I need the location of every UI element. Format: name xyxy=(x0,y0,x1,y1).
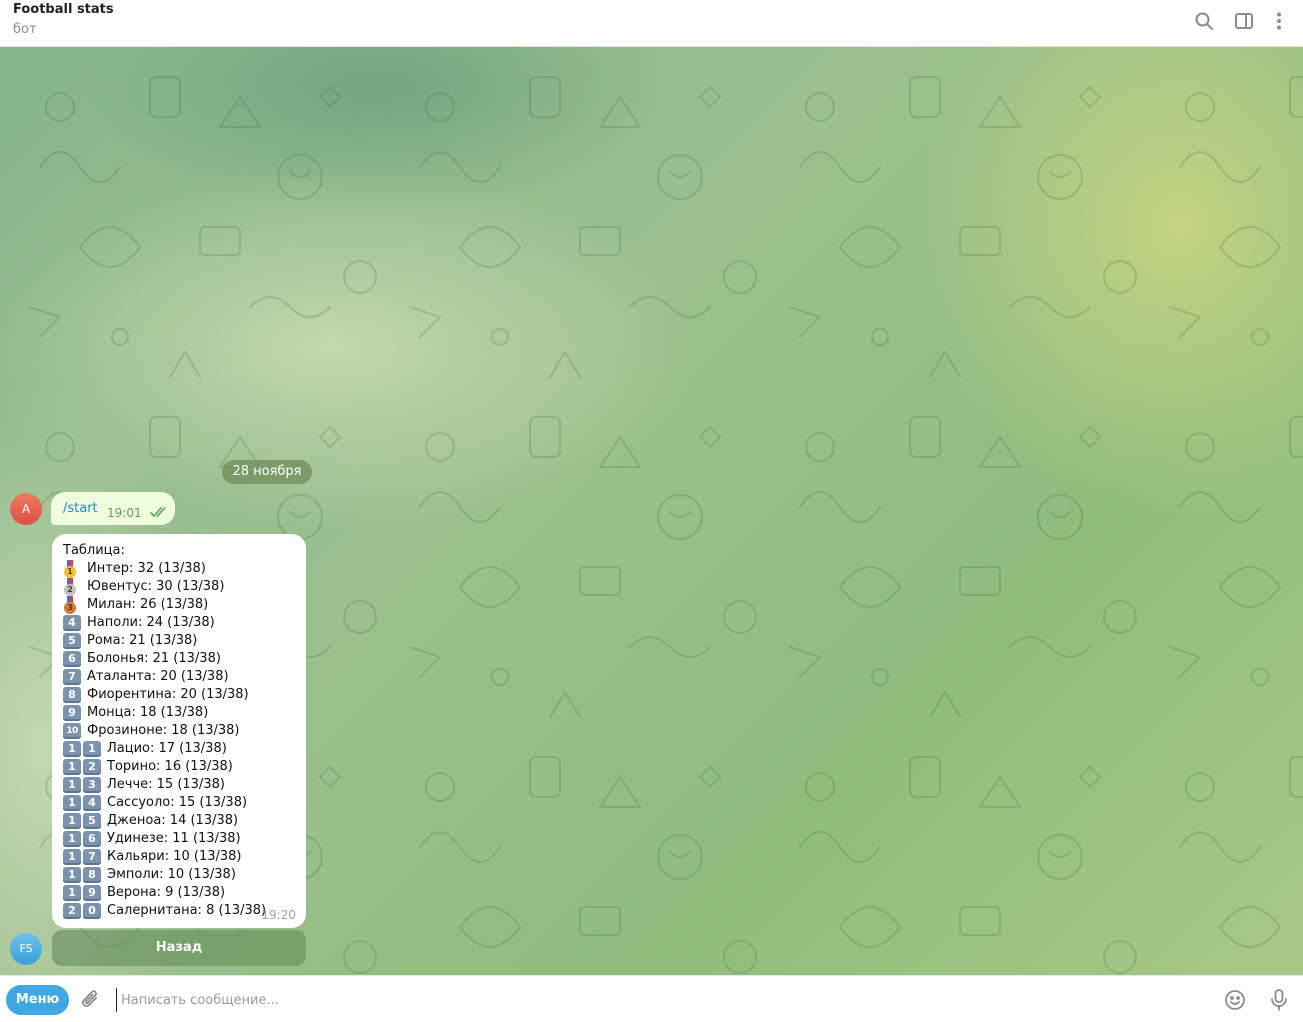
table-row: 6 Болонья: 21 (13/38) xyxy=(63,650,266,668)
table-row: 2 Ювентус: 30 (13/38) xyxy=(63,578,266,596)
date-separator: 28 ноября xyxy=(222,460,312,484)
search-icon[interactable] xyxy=(1193,10,1215,32)
incoming-message[interactable]: Таблица: 1 Интер: 32 (13/38) 2 Ювентус: 30 … xyxy=(52,534,306,928)
silver-medal-icon: 2 xyxy=(63,578,77,596)
avatar[interactable]: A xyxy=(10,493,42,525)
team-standing: Торино: 16 (13/38) xyxy=(107,759,233,774)
table-heading: Таблица: xyxy=(63,543,125,558)
team-standing: Фиорентина: 20 (13/38) xyxy=(87,687,249,702)
table-row: 1 3 Лечче: 15 (13/38) xyxy=(63,776,266,794)
rank-keycap-icon: 13 xyxy=(63,777,103,793)
table-row: 1 2 Торино: 16 (13/38) xyxy=(63,758,266,776)
attach-icon[interactable] xyxy=(80,989,102,1011)
team-standing: Наполи: 24 (13/38) xyxy=(87,615,215,630)
menu-button[interactable]: Меню xyxy=(6,985,69,1015)
rank-keycap-icon: 16 xyxy=(63,831,103,847)
table-row: 1 1 Лацио: 17 (13/38) xyxy=(63,740,266,758)
gold-medal-icon: 1 xyxy=(63,560,77,578)
table-row: 5 Рома: 21 (13/38) xyxy=(63,632,266,650)
table-row: 1 9 Верона: 9 (13/38) xyxy=(63,884,266,902)
rank-keycap-icon: 4 xyxy=(63,615,83,631)
table-row: 9 Монца: 18 (13/38) xyxy=(63,704,266,722)
message-time: 19:20 xyxy=(261,908,296,922)
emoji-icon[interactable] xyxy=(1224,989,1246,1011)
table-row: 3 Милан: 26 (13/38) xyxy=(63,596,266,614)
team-standing: Эмполи: 10 (13/38) xyxy=(107,867,236,882)
rank-keycap-icon: 18 xyxy=(63,867,103,883)
table-row: 10 Фрозиноне: 18 (13/38) xyxy=(63,722,266,740)
rank-keycap-icon: 5 xyxy=(63,633,83,649)
table-row: 2 0 Салернитана: 8 (13/38) xyxy=(63,902,266,920)
chat-area[interactable]: 28 ноября A /start 19:01 Таблица: 1 Интер… xyxy=(0,47,1303,975)
team-standing: Ювентус: 30 (13/38) xyxy=(87,579,225,594)
sidebar-toggle-icon[interactable] xyxy=(1233,10,1255,32)
team-standing: Верона: 9 (13/38) xyxy=(107,885,226,900)
rank-keycap-icon: 15 xyxy=(63,813,103,829)
message-composer: Меню xyxy=(0,975,1303,1022)
bot-avatar[interactable]: FS xyxy=(10,933,42,965)
team-standing: Рома: 21 (13/38) xyxy=(87,633,198,648)
team-standing: Аталанта: 20 (13/38) xyxy=(87,669,229,684)
table-row: 1 8 Эмполи: 10 (13/38) xyxy=(63,866,266,884)
rank-keycap-icon: 14 xyxy=(63,795,103,811)
team-standing: Лечче: 15 (13/38) xyxy=(107,777,225,792)
rank-keycap-icon: 7 xyxy=(63,669,83,685)
bronze-medal-icon: 3 xyxy=(63,596,77,614)
table-row: 1 7 Кальяри: 10 (13/38) xyxy=(63,848,266,866)
chat-title[interactable]: Football stats xyxy=(13,2,114,17)
rank-keycap-icon: 10 xyxy=(63,723,83,739)
table-row: 8 Фиорентина: 20 (13/38) xyxy=(63,686,266,704)
more-vertical-icon[interactable] xyxy=(1268,10,1290,32)
rank-keycap-icon: 17 xyxy=(63,849,103,865)
outgoing-message[interactable]: /start 19:01 xyxy=(51,492,175,525)
table-row: 1 4 Сассуоло: 15 (13/38) xyxy=(63,794,266,812)
rank-keycap-icon: 6 xyxy=(63,651,83,667)
rank-keycap-icon: 8 xyxy=(63,687,83,703)
team-standing: Салернитана: 8 (13/38) xyxy=(107,903,267,918)
table-row: 1 5 Дженоа: 14 (13/38) xyxy=(63,812,266,830)
team-standing: Монца: 18 (13/38) xyxy=(87,705,209,720)
team-standing: Интер: 32 (13/38) xyxy=(87,561,206,576)
rank-keycap-icon: 11 xyxy=(63,741,103,757)
team-standing: Дженоа: 14 (13/38) xyxy=(107,813,239,828)
rank-keycap-icon: 20 xyxy=(63,903,103,919)
table-rows: 1 Интер: 32 (13/38) 2 Ювентус: 30 (13/38) 3 М… xyxy=(63,560,266,920)
team-standing: Фрозиноне: 18 (13/38) xyxy=(87,723,240,738)
microphone-icon[interactable] xyxy=(1268,988,1290,1012)
double-check-icon xyxy=(150,507,166,518)
rank-keycap-icon: 19 xyxy=(63,885,103,901)
back-inline-button[interactable]: Назад xyxy=(52,930,306,966)
team-standing: Лацио: 17 (13/38) xyxy=(107,741,227,756)
table-row: 7 Аталанта: 20 (13/38) xyxy=(63,668,266,686)
table-row: 1 Интер: 32 (13/38) xyxy=(63,560,266,578)
chat-header: Football stats бот xyxy=(0,0,1303,47)
message-time: 19:01 xyxy=(107,506,142,520)
rank-keycap-icon: 12 xyxy=(63,759,103,775)
command-link[interactable]: /start xyxy=(63,501,98,516)
team-standing: Болонья: 21 (13/38) xyxy=(87,651,221,666)
message-input[interactable] xyxy=(116,988,1196,1012)
table-row: 4 Наполи: 24 (13/38) xyxy=(63,614,266,632)
team-standing: Сассуоло: 15 (13/38) xyxy=(107,795,248,810)
rank-keycap-icon: 9 xyxy=(63,705,83,721)
table-row: 1 6 Удинезе: 11 (13/38) xyxy=(63,830,266,848)
team-standing: Кальяри: 10 (13/38) xyxy=(107,849,242,864)
chat-subtitle: бот xyxy=(13,22,37,37)
team-standing: Милан: 26 (13/38) xyxy=(87,597,209,612)
team-standing: Удинезе: 11 (13/38) xyxy=(107,831,241,846)
league-table: Таблица: 1 Интер: 32 (13/38) 2 Ювентус: 30 … xyxy=(63,542,266,920)
